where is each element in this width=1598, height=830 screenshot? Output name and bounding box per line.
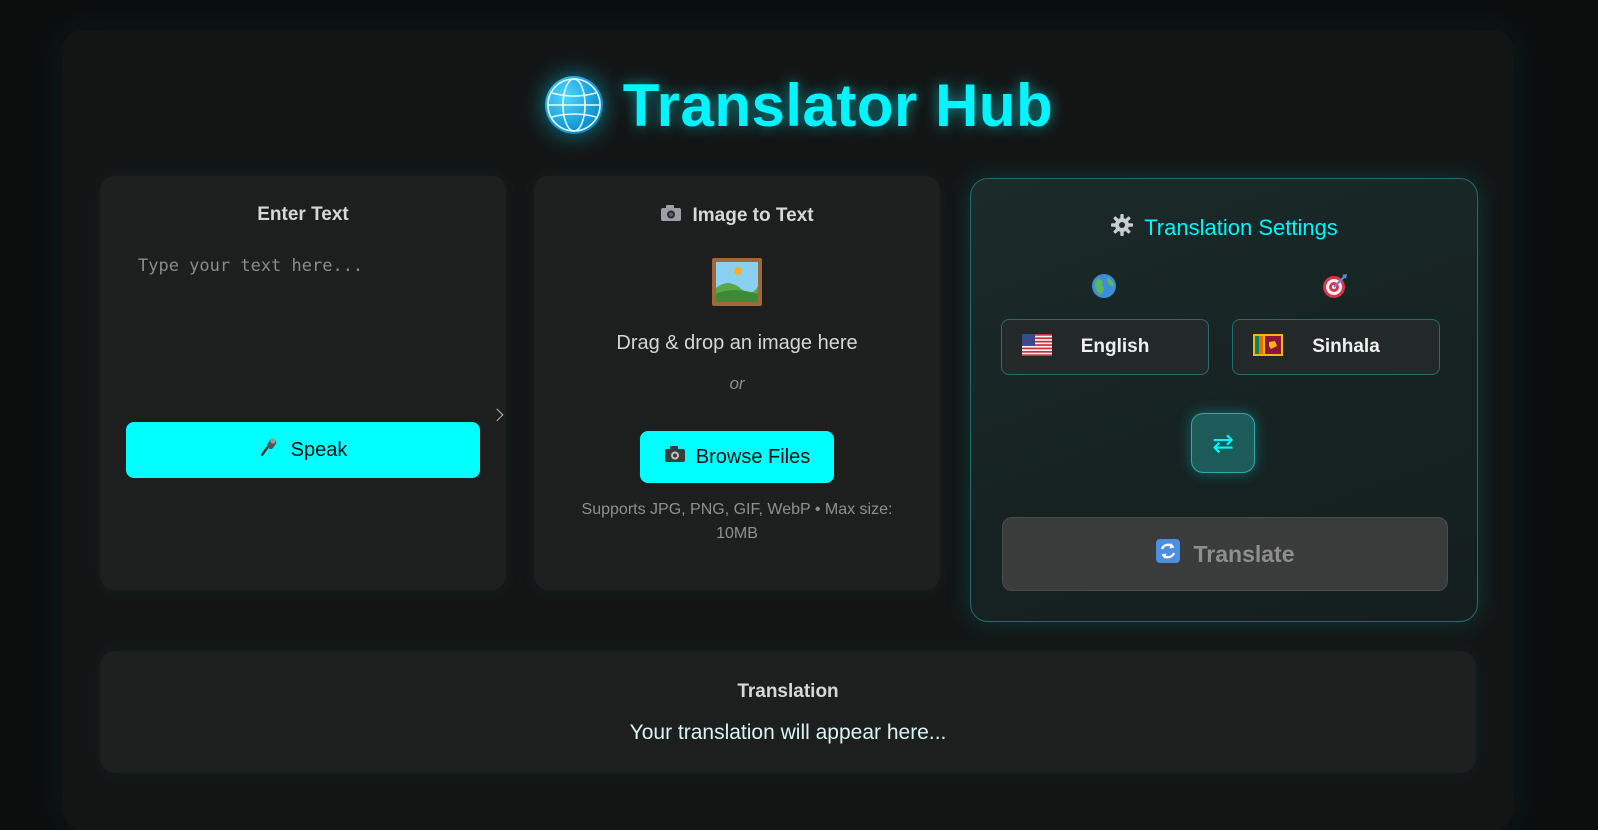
or-separator: or [729,374,745,393]
text-input-title: Enter Text [257,204,349,225]
target-icon [1322,273,1348,299]
camera-icon [660,204,682,228]
translate-button[interactable]: Translate [1002,517,1448,591]
image-input-header: Image to Text [534,204,940,228]
microphone-icon [259,436,281,464]
speak-button[interactable]: Speak [126,422,480,478]
sri-lanka-flag-icon [1253,333,1283,361]
source-globe-icon [1091,273,1117,299]
target-language-select[interactable]: Sinhala [1232,319,1440,375]
swap-arrows-icon: ⇄ [1212,427,1234,458]
translation-settings-card: Translation Settings English Sinhala ⇄ T… [970,178,1478,622]
output-title: Translation [737,681,839,702]
image-input-title: Image to Text [692,205,814,226]
globe-icon [544,76,603,134]
supported-formats-text: Supports JPG, PNG, GIF, WebP • Max size:… [581,501,893,542]
settings-title: Translation Settings [1144,215,1338,240]
image-input-card: Image to Text Drag & drop an image here … [534,176,940,590]
app-header: Translator Hub [0,70,1598,140]
app-title: Translator Hub [622,71,1054,139]
browse-files-label: Browse Files [695,445,811,468]
text-input-card: Enter Text Speak [100,176,506,590]
gear-icon [1110,213,1134,243]
us-flag-icon [1022,333,1052,361]
speak-button-label: Speak [290,438,348,461]
framed-picture-icon[interactable] [712,258,762,306]
swap-languages-button[interactable]: ⇄ [1191,413,1255,473]
translation-output-card: Translation Your translation will appear… [100,651,1476,773]
browse-files-button[interactable]: Browse Files [640,431,834,483]
drop-zone-text: Drag & drop an image here [616,332,858,354]
source-language-label: English [1080,336,1150,357]
translation-output-text: Your translation will appear here... [629,721,947,744]
camera-icon [664,445,686,469]
text-input-field[interactable] [126,246,498,412]
source-language-select[interactable]: English [1001,319,1209,375]
target-language-label: Sinhala [1312,336,1380,357]
refresh-icon [1155,539,1180,569]
translate-button-label: Translate [1193,540,1295,567]
settings-header: Translation Settings [971,213,1477,243]
